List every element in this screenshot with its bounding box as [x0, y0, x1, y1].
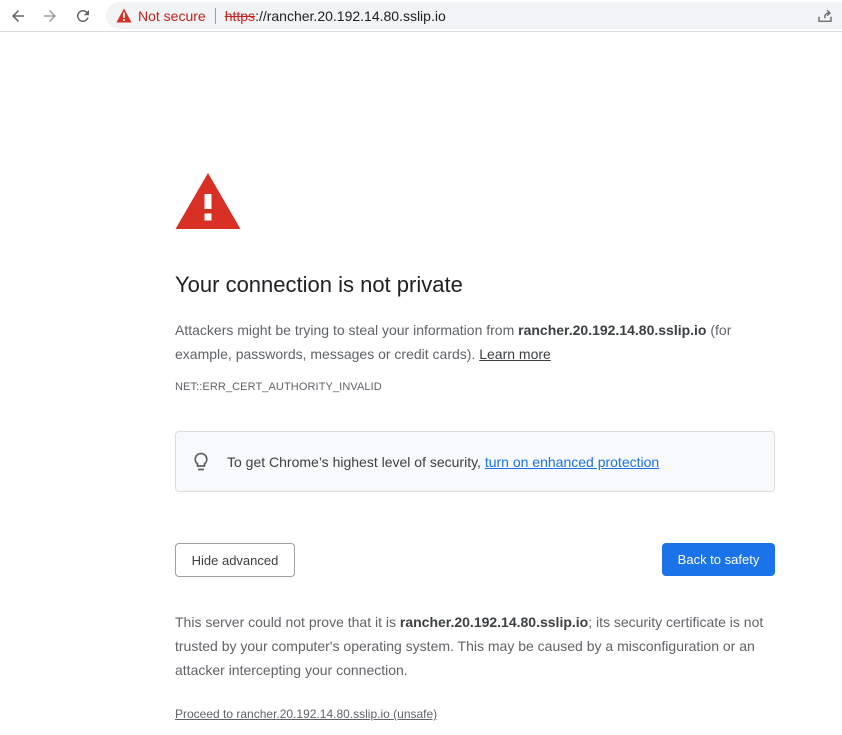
arrow-right-icon	[44, 10, 56, 22]
address-bar[interactable]: Not secure https://rancher.20.192.14.80.…	[106, 2, 842, 29]
enhanced-protection-box: To get Chrome’s highest level of securit…	[175, 431, 775, 492]
lightbulb-icon	[194, 452, 208, 470]
warning-triangle-icon	[116, 8, 132, 23]
hide-advanced-button[interactable]: Hide advanced	[175, 543, 295, 577]
enhanced-protection-prefix: To get Chrome’s highest level of securit…	[227, 453, 485, 470]
browser-toolbar: Not secure https://rancher.20.192.14.80.…	[0, 0, 842, 32]
page-title: Your connection is not private	[175, 272, 463, 297]
learn-more-link[interactable]: Learn more	[479, 346, 551, 362]
security-indicator[interactable]	[116, 8, 132, 24]
proceed-unsafe-link[interactable]: Proceed to rancher.20.192.14.80.sslip.io…	[175, 707, 437, 721]
reload-button[interactable]	[71, 4, 95, 28]
reload-icon	[76, 9, 89, 22]
warning-triangle-icon	[175, 173, 241, 229]
url-host: ://rancher.20.192.14.80.sslip.io	[255, 7, 446, 24]
share-icon[interactable]	[816, 7, 834, 25]
url-scheme: https	[224, 7, 256, 24]
not-secure-label[interactable]: Not secure	[138, 8, 206, 24]
enhanced-protection-link[interactable]: turn on enhanced protection	[485, 454, 659, 470]
enhanced-protection-text: To get Chrome’s highest level of securit…	[227, 454, 659, 470]
back-button[interactable]	[6, 4, 30, 28]
back-to-safety-button[interactable]: Back to safety	[662, 543, 775, 576]
details-text: This server could not prove that it is r…	[175, 610, 775, 682]
details-host: rancher.20.192.14.80.sslip.io	[399, 614, 589, 630]
details-prefix: This server could not prove that it is	[175, 614, 400, 630]
explanation-text: Attackers might be trying to steal your …	[175, 318, 775, 366]
explanation-prefix: Attackers might be trying to steal your …	[175, 322, 519, 338]
arrow-left-icon	[12, 10, 24, 22]
omnibox-divider	[214, 7, 216, 24]
error-code: NET::ERR_CERT_AUTHORITY_INVALID	[175, 381, 382, 393]
url-text[interactable]: https://rancher.20.192.14.80.sslip.io	[225, 8, 446, 24]
forward-button[interactable]	[38, 4, 62, 28]
host-name: rancher.20.192.14.80.sslip.io	[518, 322, 707, 338]
